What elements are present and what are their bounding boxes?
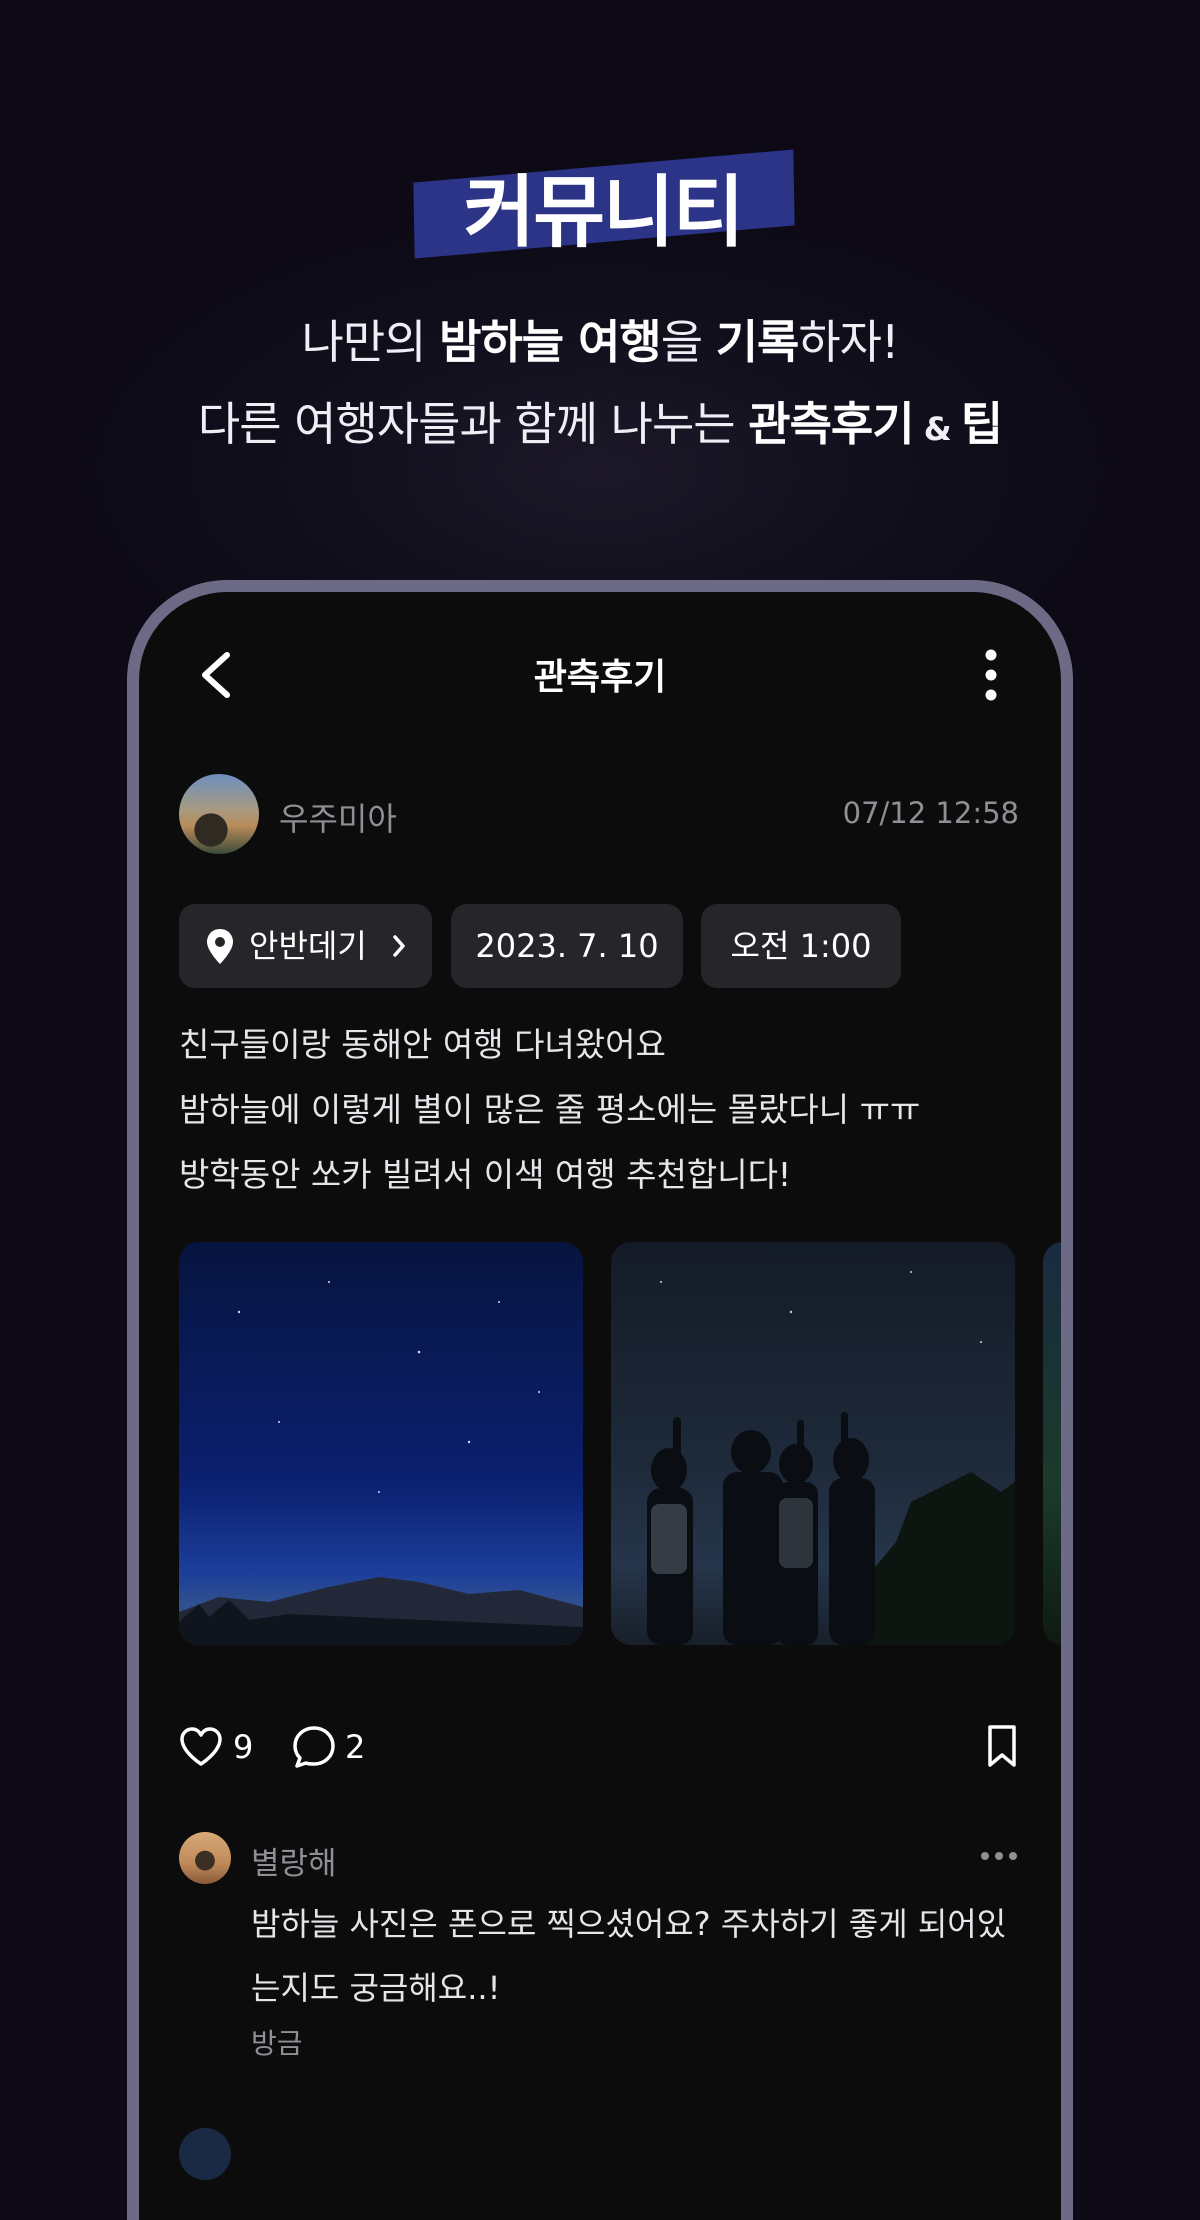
photo-gallery[interactable] xyxy=(179,1242,1061,1645)
comment-text: 밤하늘 사진은 폰으로 찍으셨어요? 주차하기 좋게 되어있 는지도 궁금해요.… xyxy=(251,1892,1019,2020)
subtitle-ampersand: & xyxy=(913,410,961,448)
location-pin-icon xyxy=(207,929,233,964)
more-vertical-icon[interactable] xyxy=(981,648,1001,702)
headline-subtitle-line-1: 나만의 밤하늘 여행을 기록하자! xyxy=(0,306,1200,372)
comment-text-line: 밤하늘 사진은 폰으로 찍으셨어요? 주차하기 좋게 되어있 xyxy=(251,1905,1007,1943)
more-horizontal-icon[interactable] xyxy=(979,1850,1019,1862)
headline-title: 커뮤니티 xyxy=(410,144,796,259)
headline-subtitle-line-2: 다른 여행자들과 함께 나누는 관측후기 & 팁 xyxy=(0,388,1200,454)
heart-icon[interactable] xyxy=(179,1726,223,1768)
author-avatar[interactable] xyxy=(179,774,259,854)
post-body-line: 방학동안 쏘카 빌려서 이색 여행 추천합니다! xyxy=(179,1155,792,1194)
subtitle-text: 나만의 xyxy=(301,315,440,369)
subtitle-bold: 팁 xyxy=(960,397,1003,451)
post-body: 친구들이랑 동해안 여행 다녀왔어요 밤하늘에 이렇게 별이 많은 줄 평소에는… xyxy=(179,1012,1019,1207)
bookmark-icon[interactable] xyxy=(985,1724,1019,1768)
subtitle-bold: 밤하늘 여행 xyxy=(439,315,662,369)
subtitle-text: 하자! xyxy=(798,315,899,369)
phone-frame: 관측후기 우주미아 07/12 12:58 안반데기 2023. 7. 10 오… xyxy=(127,580,1073,2220)
friends-stargazing-photo[interactable] xyxy=(611,1242,1015,1645)
comment-count: 2 xyxy=(345,1728,366,1766)
subtitle-text: 다른 여행자들과 함께 나누는 xyxy=(197,397,749,451)
location-chip[interactable]: 안반데기 xyxy=(179,904,432,988)
comment-bubble-icon[interactable] xyxy=(291,1724,337,1770)
promo-headline: 커뮤니티 나만의 밤하늘 여행을 기록하자! 다른 여행자들과 함께 나누는 관… xyxy=(0,0,1200,520)
post-timestamp: 07/12 12:58 xyxy=(842,796,1019,830)
post-actions-bar: 9 2 xyxy=(179,1720,1019,1776)
commenter-name[interactable]: 별랑해 xyxy=(251,1838,337,1883)
commenter-avatar[interactable] xyxy=(179,1832,231,1884)
post-body-line: 밤하늘에 이렇게 별이 많은 줄 평소에는 몰랐다니 ㅠㅠ xyxy=(179,1090,921,1129)
post-author-row: 우주미아 07/12 12:58 xyxy=(179,774,1019,854)
night-sky-mountain-photo[interactable] xyxy=(179,1242,583,1645)
next-comment-avatar xyxy=(179,2128,231,2180)
location-label: 안반데기 xyxy=(249,927,367,965)
page-title: 관측후기 xyxy=(533,657,667,698)
subtitle-text: 을 xyxy=(660,315,716,369)
partial-photo[interactable] xyxy=(1043,1242,1061,1645)
time-chip: 오전 1:00 xyxy=(701,904,901,988)
top-navigation-bar: 관측후기 xyxy=(139,592,1061,752)
subtitle-bold: 관측후기 xyxy=(748,397,914,451)
like-count: 9 xyxy=(233,1728,254,1766)
author-name[interactable]: 우주미아 xyxy=(279,794,397,840)
chevron-right-icon xyxy=(393,935,405,957)
post-body-line: 친구들이랑 동해안 여행 다녀왔어요 xyxy=(179,1025,666,1064)
headline-title-text: 커뮤니티 xyxy=(463,168,744,258)
comment-text-line: 는지도 궁금해요..! xyxy=(251,1969,501,2007)
comment-time: 방금 xyxy=(251,2027,303,2060)
subtitle-bold: 기록 xyxy=(715,315,800,369)
date-chip: 2023. 7. 10 xyxy=(451,904,683,988)
